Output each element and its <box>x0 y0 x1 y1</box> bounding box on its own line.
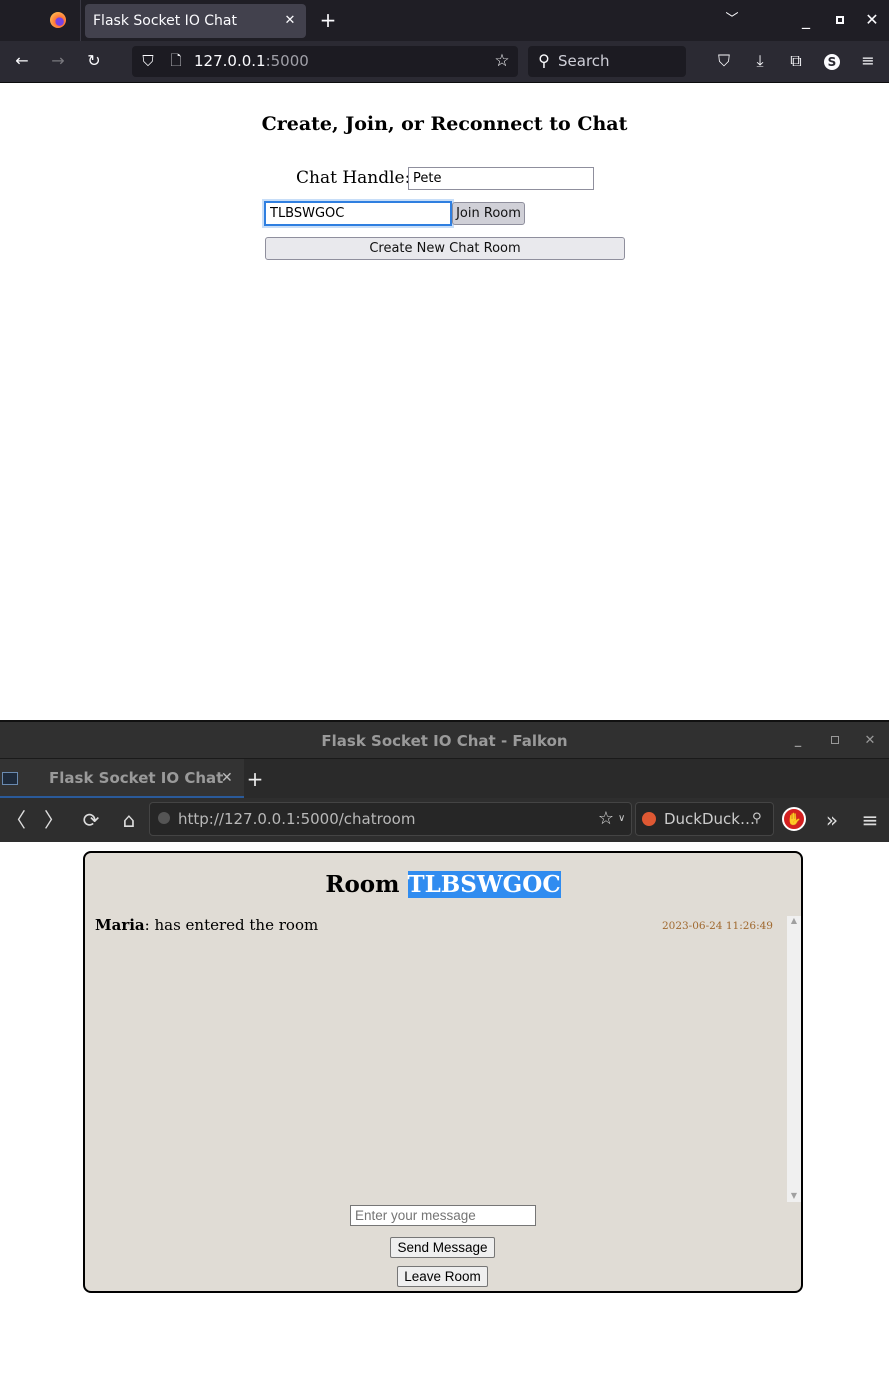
minimize-icon[interactable]: _ <box>796 10 816 30</box>
shield-icon[interactable]: ⛉ <box>138 51 158 71</box>
falkon-tab-bar: Flask Socket IO Chat ✕ + <box>0 758 889 799</box>
downloads-icon[interactable]: ⤓ <box>750 51 770 71</box>
room-code-input[interactable] <box>264 201 452 226</box>
falkon-search-box[interactable]: DuckDuck… ⚲ <box>635 802 774 836</box>
scrollbar[interactable]: ▲ ▼ <box>787 916 801 1202</box>
leave-room-button[interactable]: Leave Room <box>397 1266 488 1287</box>
chat-handle-input[interactable] <box>408 167 594 190</box>
room-code: TLBSWGOC <box>407 871 561 898</box>
message-timestamp: 2023-06-24 11:26:49 <box>661 920 773 932</box>
message-input[interactable] <box>350 1205 536 1226</box>
back-icon[interactable]: 〈 <box>4 808 28 832</box>
window-title: Flask Socket IO Chat - Falkon <box>321 732 568 750</box>
tab-flask-chat[interactable]: Flask Socket IO Chat ✕ <box>85 4 306 38</box>
falkon-title-bar: Flask Socket IO Chat - Falkon _ ✕ <box>0 720 889 758</box>
room-label: Room <box>325 871 400 898</box>
search-engine-label: DuckDuck… <box>664 810 755 828</box>
firefox-logo-icon <box>50 12 66 28</box>
firefox-tab-bar: Flask Socket IO Chat ✕ + ﹀ _ ✕ <box>0 0 889 41</box>
close-window-icon[interactable]: ✕ <box>858 729 882 753</box>
message-list: Maria: has entered the room 2023-06-24 1… <box>93 916 787 1202</box>
tab-flask-chat[interactable]: Flask Socket IO Chat ✕ <box>0 759 244 799</box>
send-message-button[interactable]: Send Message <box>390 1237 495 1258</box>
create-room-button[interactable]: Create New Chat Room <box>265 237 625 260</box>
page-title: Create, Join, or Reconnect to Chat <box>261 113 628 135</box>
scroll-up-icon[interactable]: ▲ <box>787 916 801 925</box>
chat-handle-label: Chat Handle: <box>296 168 411 188</box>
list-item: Maria: has entered the room <box>95 916 318 934</box>
chevron-down-icon[interactable]: ∨ <box>618 803 625 835</box>
chat-room-panel: Room TLBSWGOC Maria: has entered the roo… <box>83 851 803 1293</box>
adblock-icon[interactable]: ✋ <box>782 807 806 831</box>
page-icon: 🗋 <box>170 53 182 69</box>
globe-icon <box>158 812 170 824</box>
list-tabs-chevron-down-icon[interactable]: ﹀ <box>722 10 742 30</box>
maximize-icon[interactable] <box>831 736 839 744</box>
close-tab-icon[interactable]: ✕ <box>221 759 233 797</box>
maximize-icon[interactable] <box>836 16 844 24</box>
tab-title: Flask Socket IO Chat <box>93 13 237 29</box>
scroll-down-icon[interactable]: ▼ <box>787 1191 801 1200</box>
bookmark-star-icon[interactable]: ☆ <box>492 51 512 71</box>
room-title: Room TLBSWGOC <box>85 871 801 898</box>
tab-title: Flask Socket IO Chat <box>49 769 224 787</box>
url-port: :5000 <box>265 52 309 70</box>
divider <box>80 0 81 41</box>
menu-icon[interactable]: ≡ <box>858 51 878 71</box>
reload-icon[interactable]: ↻ <box>84 51 104 71</box>
duckduckgo-icon <box>642 812 656 826</box>
menu-icon[interactable]: ≡ <box>858 808 882 832</box>
close-window-icon[interactable]: ✕ <box>862 10 882 30</box>
forward-icon[interactable]: 〉 <box>42 808 66 832</box>
new-tab-icon[interactable]: + <box>243 767 267 791</box>
firefox-url-bar[interactable]: ⛉ 🗋 127.0.0.1:5000 ☆ <box>132 46 518 77</box>
new-tab-icon[interactable]: + <box>318 10 338 30</box>
minimize-icon[interactable]: _ <box>786 729 810 753</box>
search-icon: ⚲ <box>538 51 550 70</box>
firefox-search-box[interactable]: ⚲ Search <box>528 46 686 77</box>
extensions-icon[interactable]: ⧉ <box>786 51 806 71</box>
url-text: http://127.0.0.1:5000/chatroom <box>178 810 416 828</box>
pocket-save-icon[interactable]: ⛉ <box>714 51 734 71</box>
more-tools-icon[interactable]: » <box>820 808 844 832</box>
terminal-favicon-icon <box>2 772 18 785</box>
forward-icon[interactable]: → <box>48 51 68 71</box>
message-text: : has entered the room <box>144 916 319 934</box>
home-icon[interactable]: ⌂ <box>117 808 141 832</box>
falkon-url-bar[interactable]: http://127.0.0.1:5000/chatroom ☆ ∨ <box>149 802 632 836</box>
account-icon[interactable]: S <box>824 54 840 70</box>
url-host: 127.0.0.1 <box>194 52 266 70</box>
back-icon[interactable]: ← <box>12 51 32 71</box>
bookmark-star-icon[interactable]: ☆ <box>594 807 618 831</box>
search-placeholder: Search <box>558 52 610 70</box>
search-icon[interactable]: ⚲ <box>752 803 762 835</box>
join-room-button[interactable]: Join Room <box>452 202 525 225</box>
close-tab-icon[interactable]: ✕ <box>280 11 300 31</box>
url-text: 127.0.0.1:5000 <box>194 46 309 77</box>
reload-icon[interactable]: ⟳ <box>79 808 103 832</box>
message-user: Maria <box>95 916 145 934</box>
